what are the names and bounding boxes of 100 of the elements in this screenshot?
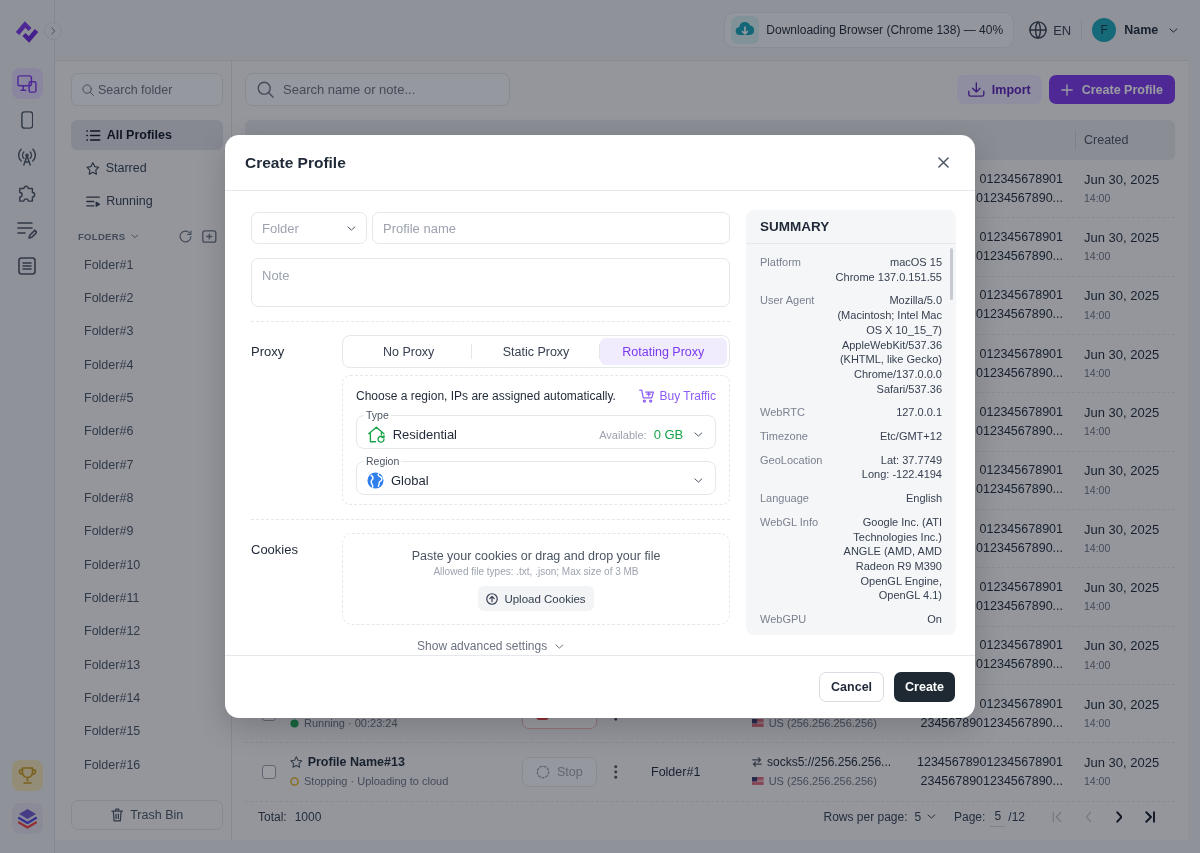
created-date: Jun 30, 2025 — [1084, 404, 1160, 420]
summary-label: WebGPU — [760, 612, 807, 627]
layers-icon[interactable] — [11, 803, 43, 834]
search-icon — [257, 81, 274, 98]
folder-name: Folder#1 — [651, 764, 702, 779]
close-icon — [937, 157, 949, 168]
trophy-icon[interactable] — [11, 760, 43, 791]
profile-id: 012345678901 01234567890... — [976, 578, 1063, 615]
folder-item[interactable]: Folder#7 — [71, 447, 223, 482]
plus-icon — [1060, 83, 1073, 96]
rows-per-page-select[interactable]: 5 — [914, 809, 936, 824]
proxy-tab[interactable]: No Proxy — [345, 338, 473, 365]
rail-nav-button[interactable] — [11, 68, 43, 99]
page-field[interactable]: 5 — [990, 806, 1006, 827]
nav-item[interactable]: All Profiles — [71, 120, 223, 150]
created-time: 14:00 — [1084, 542, 1111, 555]
trash-bin-button[interactable]: Trash Bin — [71, 800, 223, 830]
globe-icon — [367, 472, 384, 489]
folder-item[interactable]: Folder#13 — [71, 647, 223, 682]
folder-item[interactable]: Folder#6 — [71, 414, 223, 448]
language-button[interactable]: EN — [1029, 21, 1072, 39]
summary-value: English — [905, 491, 942, 506]
search-field[interactable]: Search name or note... — [245, 73, 510, 106]
create-button[interactable]: Create — [894, 672, 955, 702]
summary-label: Timezone — [760, 429, 808, 444]
created-time: 14:00 — [1084, 775, 1111, 788]
dialog-title: Create Profile — [245, 153, 346, 172]
created-time: 14:00 — [1084, 425, 1111, 438]
proxy-location: US (256.256.256.256) — [768, 717, 877, 730]
created-time: 14:00 — [1084, 717, 1111, 730]
trash-icon — [110, 808, 124, 822]
chevron-right-icon — [1115, 810, 1123, 823]
region-select[interactable]: Region Global — [356, 455, 716, 495]
total-count: 1000 — [294, 809, 322, 824]
create-profile-button[interactable]: Create Profile — [1048, 75, 1175, 104]
folder-item[interactable]: Folder#1 — [71, 248, 223, 282]
upload-icon — [486, 592, 499, 605]
globe-icon — [1029, 21, 1048, 39]
summary-value: On — [927, 612, 942, 627]
folder-item[interactable]: Folder#5 — [71, 381, 223, 415]
summary-title: SUMMARY — [746, 210, 956, 244]
folder-item[interactable]: Folder#16 — [71, 747, 223, 782]
swap-arrows-icon — [752, 757, 762, 768]
star-icon[interactable] — [290, 756, 303, 769]
cookie-drop-zone[interactable]: Paste your cookies or drag and drop your file Allowed file types: .txt, .json; Max size of 3 MB Upload Cookies — [342, 533, 730, 625]
created-time: 14:00 — [1084, 250, 1111, 263]
summary-value: Mozilla/5.0 (Macintosh; Intel Mac OS X 10_15_7) AppleWebKit/537.36 (KHTML, like Gecko) Chrome/137.0.0.0 Safari/537.36 — [837, 293, 942, 397]
buy-traffic-link[interactable]: Buy Traffic — [639, 389, 716, 403]
proxy-address: socks5://256.256.256... — [767, 755, 892, 770]
created-time: 14:00 — [1084, 192, 1111, 205]
list-icon — [86, 129, 101, 141]
spinner-icon — [536, 764, 550, 779]
profile-name-input[interactable]: Profile name — [372, 212, 730, 244]
folder-item[interactable]: Folder#2 — [71, 281, 223, 315]
folder-item[interactable]: Folder#4 — [71, 348, 223, 382]
folder-item[interactable]: Folder#10 — [71, 547, 223, 582]
search-field[interactable]: Search folder — [71, 73, 223, 106]
scrollbar-thumb[interactable] — [950, 248, 953, 300]
profile-id: 012345678901 01234567890... — [976, 229, 1063, 265]
folder-item[interactable]: Folder#15 — [71, 714, 223, 748]
profile-id: 012345678901 01234567890... — [976, 403, 1063, 440]
page-count: /12 — [1008, 809, 1025, 824]
avatar: F — [1092, 18, 1117, 42]
folder-select[interactable]: Folder — [251, 212, 367, 244]
more-options-icon[interactable] — [614, 764, 618, 779]
folder-item[interactable]: Folder#11 — [71, 581, 223, 615]
summary-label: Platform — [760, 255, 801, 270]
skip-end-icon — [1144, 810, 1156, 823]
checkbox[interactable] — [262, 764, 276, 779]
cancel-button[interactable]: Cancel — [819, 672, 885, 702]
upload-cookies-button[interactable]: Upload Cookies — [478, 586, 594, 611]
folder-item[interactable]: Folder#3 — [71, 314, 223, 348]
total-label: Total: — [258, 809, 287, 824]
proxy-location: US (256.256.256.256) — [768, 775, 877, 788]
column-header: Created — [1075, 130, 1175, 150]
import-button[interactable]: Import — [957, 75, 1042, 104]
chevron-down-icon — [694, 478, 703, 483]
created-time: 14:00 — [1084, 483, 1111, 496]
refresh-icon[interactable] — [179, 229, 193, 243]
folders-toggle[interactable]: FOLDERS — [78, 230, 139, 242]
nav-item[interactable]: Starred — [71, 153, 223, 183]
profile-status: Running · 00:23:24 — [304, 717, 398, 730]
profile-name: Profile Name#13 — [307, 755, 405, 770]
folder-item[interactable]: Folder#12 — [71, 614, 223, 648]
note-field[interactable]: Note — [251, 258, 730, 307]
folder-item[interactable]: Folder#8 — [71, 481, 223, 515]
created-date: Jun 30, 2025 — [1084, 754, 1160, 770]
folder-item[interactable]: Folder#9 — [71, 514, 223, 548]
antenna-icon — [18, 147, 36, 166]
plus-square-icon[interactable] — [202, 229, 217, 243]
proxy-tab[interactable]: Rotating Proxy — [599, 338, 727, 365]
chevron-down-icon — [1169, 27, 1178, 33]
user-menu-button[interactable]: Name — [1124, 23, 1178, 37]
advanced-settings-toggle[interactable]: Show advanced settings — [417, 638, 564, 654]
nav-item[interactable]: Running — [71, 186, 223, 216]
folder-item[interactable]: Folder#14 — [71, 681, 223, 715]
proxy-type-select[interactable]: Type Residential Available: 0 GB — [356, 409, 716, 449]
proxy-tab[interactable]: Static Proxy — [472, 338, 600, 365]
summary-value: 127.0.0.1 — [896, 405, 942, 421]
summary-value: Lat: 37.7749 Long: -122.4194 — [861, 452, 942, 483]
